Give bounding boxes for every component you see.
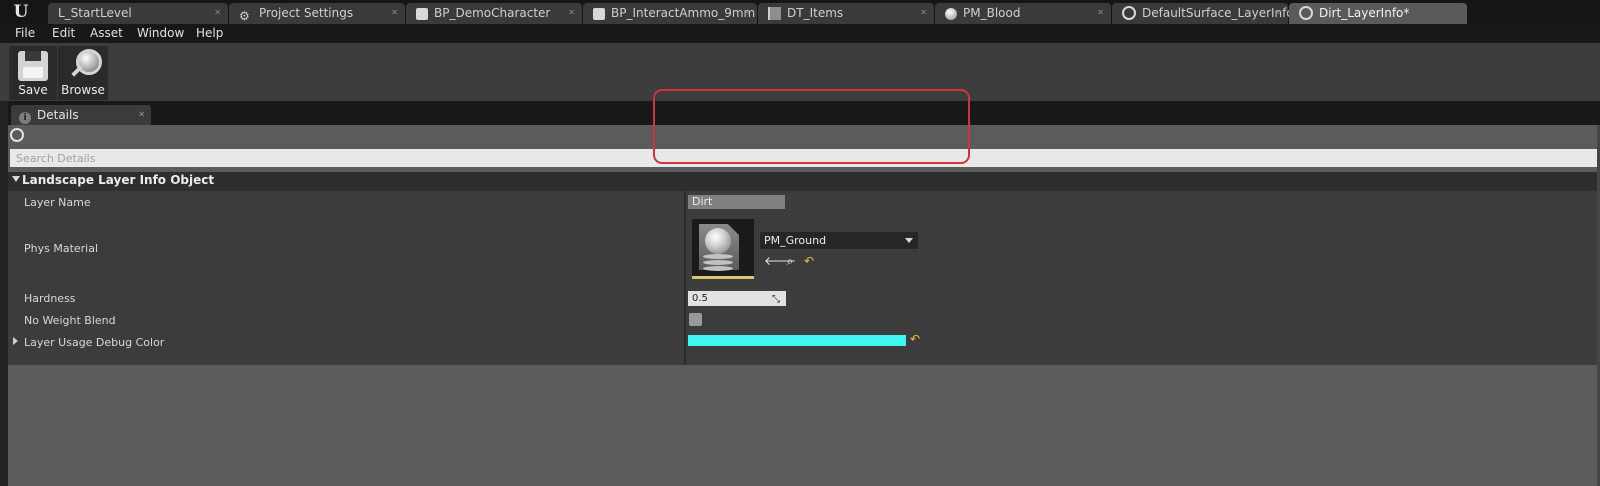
close-icon[interactable]: ✕ — [214, 3, 221, 23]
property-row-phys-material: Phys Material PM_Ground 🡐⌕ ↶ — [8, 214, 1600, 287]
chevron-right-icon[interactable] — [13, 337, 18, 345]
close-icon[interactable]: ✕ — [920, 3, 927, 23]
ue-logo-icon[interactable]: U — [6, 2, 36, 22]
category-label: Landscape Layer Info Object — [22, 173, 215, 187]
browse-asset-icon[interactable]: ⌕ — [783, 254, 797, 268]
highlight-annotation — [653, 89, 970, 164]
property-label: Layer Name — [24, 196, 91, 209]
tab-label: DT_Items — [787, 6, 844, 20]
tab-bp-democharacter[interactable]: BP_DemoCharacter ✕ — [406, 3, 582, 24]
property-row-no-weight-blend: No Weight Blend — [8, 309, 1600, 331]
category-header[interactable]: Landscape Layer Info Object — [8, 172, 1600, 191]
menu-file[interactable]: File — [15, 26, 35, 40]
info-icon: i — [19, 112, 31, 124]
asset-actions: 🡐⌕ ↶ — [764, 254, 821, 268]
tab-label: Dirt_LayerInfo* — [1319, 6, 1410, 20]
layer-info-icon — [1299, 6, 1313, 20]
dropdown-value: PM_Ground — [764, 234, 827, 247]
property-list: Layer Name Dirt Phys Material PM_Ground … — [8, 191, 1600, 365]
save-button-label: Save — [18, 83, 48, 97]
debug-color-swatch[interactable] — [688, 335, 906, 346]
layer-info-icon — [1122, 6, 1136, 20]
close-icon[interactable]: ✕ — [391, 3, 398, 23]
details-tab-label: Details — [37, 108, 79, 122]
resize-drag-icon[interactable]: ⤡ — [772, 294, 780, 305]
gear-icon: ⚙ — [239, 9, 250, 23]
details-panel: Landscape Layer Info Object Layer Name D… — [8, 125, 1600, 486]
tab-label: L_StartLevel — [58, 6, 132, 20]
close-icon[interactable]: ✕ — [1274, 3, 1281, 23]
property-label: Hardness — [24, 292, 76, 305]
layer-name-value: Dirt — [688, 195, 785, 209]
menu-bar: File Edit Asset Window Help — [0, 24, 1600, 43]
tab-project-settings[interactable]: ⚙ Project Settings ✕ — [229, 3, 405, 24]
tab-defaultsurface-layerinfo[interactable]: DefaultSurface_LayerInfo ✕ — [1112, 3, 1294, 24]
blueprint-icon — [416, 8, 428, 20]
save-button[interactable]: Save — [9, 46, 57, 100]
tab-label: Project Settings — [259, 6, 354, 20]
asset-thumbnail[interactable] — [692, 219, 754, 279]
details-tab[interactable]: i Details ✕ — [11, 105, 151, 125]
phys-material-dropdown[interactable]: PM_Ground — [760, 232, 918, 249]
tab-l-startlevel[interactable]: L_StartLevel ✕ — [48, 3, 228, 24]
property-label: Layer Usage Debug Color — [24, 336, 165, 349]
menu-asset[interactable]: Asset — [90, 26, 123, 40]
close-icon[interactable]: ✕ — [1097, 3, 1104, 23]
property-row-hardness: Hardness ⤡ — [8, 287, 1600, 309]
tab-label: DefaultSurface_LayerInfo — [1142, 6, 1294, 20]
tab-label: BP_InteractAmmo_9mm — [611, 6, 756, 20]
tab-dt-items[interactable]: DT_Items ✕ — [758, 3, 934, 24]
reset-to-default-icon[interactable]: ↶ — [910, 332, 920, 346]
no-weight-blend-checkbox[interactable] — [689, 313, 702, 326]
menu-window[interactable]: Window — [137, 26, 184, 40]
tab-label: BP_DemoCharacter — [434, 6, 551, 20]
physical-material-icon — [945, 8, 957, 20]
left-gutter — [0, 101, 8, 486]
menu-help[interactable]: Help — [196, 26, 223, 40]
close-icon[interactable]: ✕ — [568, 3, 575, 23]
save-icon — [18, 51, 48, 81]
data-table-icon — [768, 7, 781, 20]
blueprint-icon — [593, 8, 605, 20]
browse-button[interactable]: Browse — [58, 46, 108, 100]
use-selected-arrow-icon[interactable]: 🡐 — [764, 254, 796, 268]
browse-icon — [71, 49, 102, 77]
close-icon[interactable]: ✕ — [138, 105, 145, 125]
menu-edit[interactable]: Edit — [52, 26, 75, 40]
property-row-layer-name: Layer Name Dirt — [8, 191, 1600, 214]
close-icon[interactable]: ✕ — [743, 3, 750, 23]
tab-pm-blood[interactable]: PM_Blood ✕ — [935, 3, 1111, 24]
property-label: No Weight Blend — [24, 314, 116, 327]
property-row-debug-color: Layer Usage Debug Color ↶ — [8, 331, 1600, 353]
document-tab-strip: U L_StartLevel ✕ ⚙ Project Settings ✕ BP_… — [0, 0, 1600, 24]
browse-button-label: Browse — [61, 83, 105, 97]
chevron-down-icon — [905, 238, 913, 243]
tab-bp-interactammo-9mm[interactable]: BP_InteractAmmo_9mm ✕ — [583, 3, 757, 24]
lock-icon[interactable] — [10, 128, 24, 142]
chevron-down-icon — [12, 176, 20, 182]
reset-to-default-icon[interactable]: ↶ — [802, 254, 816, 268]
tab-dirt-layerinfo[interactable]: Dirt_LayerInfo* — [1289, 3, 1467, 24]
property-label: Phys Material — [24, 242, 99, 255]
tab-label: PM_Blood — [963, 6, 1021, 20]
